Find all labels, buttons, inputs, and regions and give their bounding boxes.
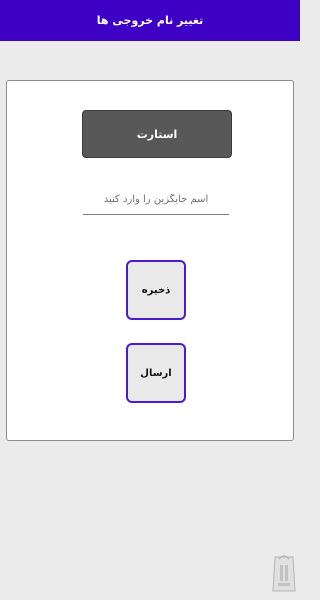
main-card: استارت ذخیره ارسال <box>6 80 294 441</box>
save-button[interactable]: ذخیره <box>126 260 186 320</box>
app-bar: تغییر نام خروجی ها <box>0 0 300 41</box>
send-button[interactable]: ارسال <box>126 343 186 403</box>
replacement-name-input[interactable] <box>83 185 229 215</box>
start-button[interactable]: استارت <box>82 110 232 158</box>
bazaar-bag-icon <box>271 553 297 595</box>
app-title: تغییر نام خروجی ها <box>96 14 204 27</box>
